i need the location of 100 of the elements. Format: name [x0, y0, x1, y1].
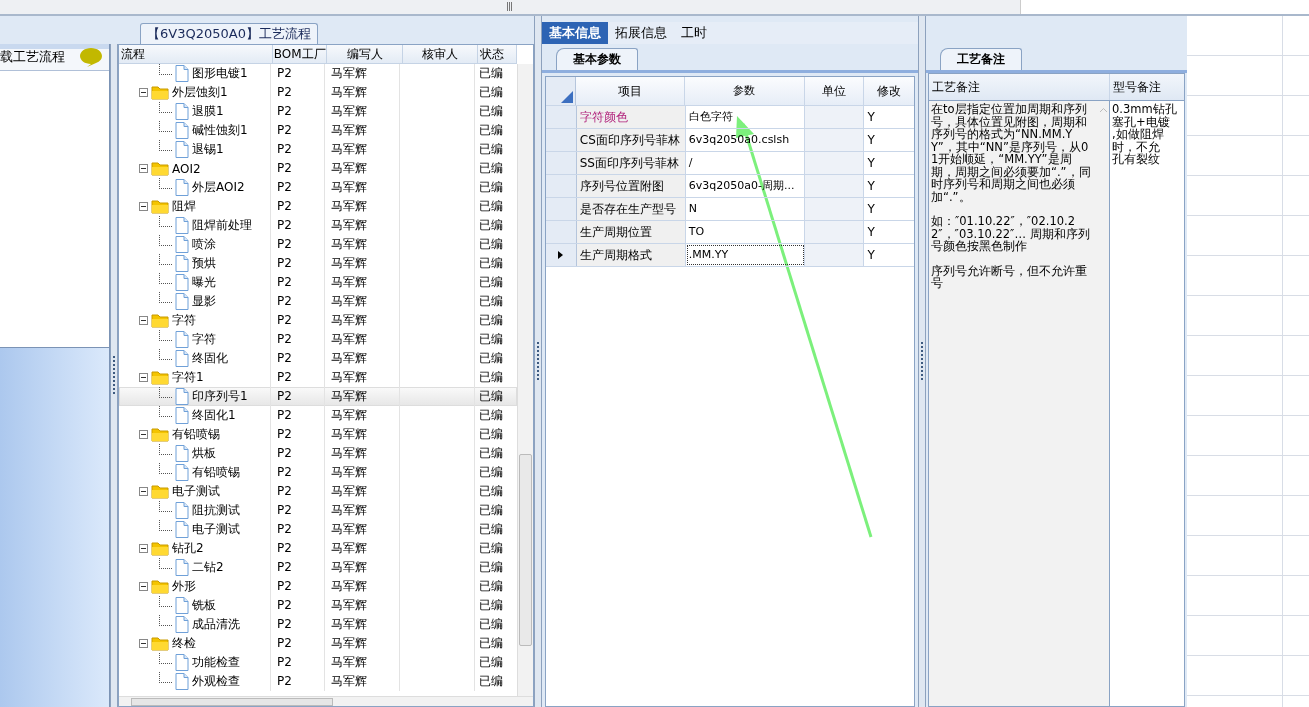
- splitter-grip-icon[interactable]: [507, 2, 513, 11]
- table-cell-text: 已编: [478, 103, 504, 120]
- column-header[interactable]: 核审人: [402, 45, 479, 63]
- tree-row[interactable]: 喷涂 P2 马军辉 已编: [119, 235, 517, 254]
- tree-row[interactable]: 图形电镀1 P2 马军辉 已编: [119, 64, 517, 83]
- tree-row[interactable]: 铣板 P2 马军辉 已编: [119, 596, 517, 615]
- column-header[interactable]: 项目: [575, 77, 686, 105]
- column-header[interactable]: 修改: [864, 77, 914, 105]
- tree-row[interactable]: 功能检查 P2 马军辉 已编: [119, 653, 517, 672]
- tree-row[interactable]: 电子测试 P2 马军辉 已编: [119, 520, 517, 539]
- collapse-icon[interactable]: [139, 164, 148, 173]
- tab[interactable]: 基本参数: [556, 48, 638, 70]
- tree-row[interactable]: 终固化1 P2 马军辉 已编: [119, 406, 517, 425]
- splitter-handle-icon[interactable]: [113, 355, 116, 396]
- tree-row[interactable]: 预烘 P2 马军辉 已编: [119, 254, 517, 273]
- collapse-icon[interactable]: [139, 316, 148, 325]
- tree-row[interactable]: 碱性蚀刻1 P2 马军辉 已编: [119, 121, 517, 140]
- table-cell-text: 已编: [478, 160, 504, 177]
- table-cell: P2: [271, 425, 325, 444]
- row-header[interactable]: [546, 244, 577, 266]
- tree-row[interactable]: 退锡1 P2 马军辉 已编: [119, 140, 517, 159]
- table-cell: 马军辉: [325, 121, 400, 140]
- tree-item-label: 字符: [192, 331, 216, 348]
- table-cell-text: 已编: [478, 122, 504, 139]
- table-cell[interactable]: .MM.YY: [685, 244, 805, 266]
- table-cell: P2: [271, 672, 325, 691]
- tab[interactable]: 工艺备注: [940, 48, 1022, 70]
- tab[interactable]: 拓展信息: [608, 22, 674, 44]
- column-header[interactable]: 型号备注: [1110, 74, 1184, 100]
- table-cell: 马军辉: [325, 482, 400, 501]
- table-cell[interactable]: N: [685, 198, 805, 220]
- tree-row[interactable]: 成品清洗 P2 马军辉 已编: [119, 615, 517, 634]
- tree-row[interactable]: 阻焊 P2 马军辉 已编: [119, 197, 517, 216]
- column-header[interactable]: 工艺备注: [929, 74, 1110, 100]
- tree-row[interactable]: 外形 P2 马军辉 已编: [119, 577, 517, 596]
- collapse-icon[interactable]: [139, 487, 148, 496]
- collapse-icon[interactable]: [139, 639, 148, 648]
- column-header[interactable]: 编写人: [327, 45, 403, 63]
- tree-row[interactable]: 终检 P2 马军辉 已编: [119, 634, 517, 653]
- table-cell: P2: [271, 539, 325, 558]
- column-header[interactable]: 状态: [478, 45, 517, 63]
- scrollbar-thumb[interactable]: [131, 698, 333, 706]
- tree-row[interactable]: 二钻2 P2 马军辉 已编: [119, 558, 517, 577]
- tab[interactable]: 工时: [674, 22, 714, 44]
- table-cell: 马军辉: [325, 539, 400, 558]
- table-cell[interactable]: /: [685, 152, 805, 174]
- tree-row[interactable]: 外层蚀刻1 P2 马军辉 已编: [119, 83, 517, 102]
- folder-icon: [151, 636, 169, 651]
- tree-row[interactable]: 印序列号1 P2 马军辉 已编: [119, 387, 517, 406]
- note-text: 0.3mm钻孔 塞孔+电镀 ,如做阻焊 时，不允 孔有裂纹: [1111, 101, 1178, 168]
- collapse-icon[interactable]: [139, 582, 148, 591]
- scrollbar-thumb[interactable]: [519, 454, 532, 646]
- tree-item-label: 阻焊: [172, 198, 196, 215]
- collapse-icon[interactable]: [139, 202, 148, 211]
- tree-row[interactable]: 外观检查 P2 马军辉 已编: [119, 672, 517, 691]
- table-cell: P2: [271, 121, 325, 140]
- tab[interactable]: 基本信息: [542, 22, 608, 44]
- table-cell-text: Y: [866, 132, 876, 149]
- table-cell[interactable]: TO: [685, 221, 805, 243]
- tree-row[interactable]: 显影 P2 马军辉 已编: [119, 292, 517, 311]
- tree-row[interactable]: 钻孔2 P2 马军辉 已编: [119, 539, 517, 558]
- table-cell: P2: [271, 83, 325, 102]
- tree-row[interactable]: 有铅喷锡 P2 马军辉 已编: [119, 463, 517, 482]
- table-cell-text: 已编: [478, 521, 504, 538]
- collapse-icon[interactable]: [139, 373, 148, 382]
- table-cell: P2: [271, 197, 325, 216]
- splitter-handle-icon[interactable]: [921, 341, 923, 382]
- tree-row[interactable]: 外层AOI2 P2 马军辉 已编: [119, 178, 517, 197]
- column-header[interactable]: 单位: [804, 77, 865, 105]
- tree-row[interactable]: 字符 P2 马军辉 已编: [119, 311, 517, 330]
- collapse-icon[interactable]: [139, 430, 148, 439]
- table-cell-text: Y: [866, 201, 876, 218]
- tree-row[interactable]: 有铅喷锡 P2 马军辉 已编: [119, 425, 517, 444]
- tree-row[interactable]: 终固化 P2 马军辉 已编: [119, 349, 517, 368]
- column-header[interactable]: BOM工厂: [272, 45, 328, 63]
- tree-row[interactable]: 烘板 P2 马军辉 已编: [119, 444, 517, 463]
- tree-row[interactable]: 曝光 P2 马军辉 已编: [119, 273, 517, 292]
- collapse-icon[interactable]: [139, 88, 148, 97]
- collapse-icon[interactable]: [139, 544, 148, 553]
- table-cell: P2: [271, 387, 325, 406]
- table-cell-text: 已编: [478, 293, 504, 310]
- tree-row[interactable]: 阻抗测试 P2 马军辉 已编: [119, 501, 517, 520]
- table-cell: 马军辉: [325, 102, 400, 121]
- table-cell: P2: [271, 520, 325, 539]
- tree-item-label: 终固化: [192, 350, 228, 367]
- tree-item-label: 二钻2: [192, 559, 224, 576]
- table-cell: P2: [271, 558, 325, 577]
- table-cell-text: 已编: [478, 464, 504, 481]
- column-header[interactable]: 参数: [685, 77, 805, 105]
- tree-row[interactable]: 退膜1 P2 马军辉 已编: [119, 102, 517, 121]
- table-cell[interactable]: 6v3q2050a0-周期...: [685, 175, 805, 197]
- column-header[interactable]: 流程: [119, 45, 273, 63]
- tree-row[interactable]: 电子测试 P2 马军辉 已编: [119, 482, 517, 501]
- horizontal-scrollbar[interactable]: [119, 696, 533, 706]
- tree-row[interactable]: 字符 P2 马军辉 已编: [119, 330, 517, 349]
- vertical-scrollbar[interactable]: [517, 64, 533, 696]
- tree-row[interactable]: 阻焊前处理 P2 马军辉 已编: [119, 216, 517, 235]
- document-icon: [175, 255, 189, 272]
- splitter-handle-icon[interactable]: [537, 341, 539, 382]
- tree-row[interactable]: AOI2 P2 马军辉 已编: [119, 159, 517, 178]
